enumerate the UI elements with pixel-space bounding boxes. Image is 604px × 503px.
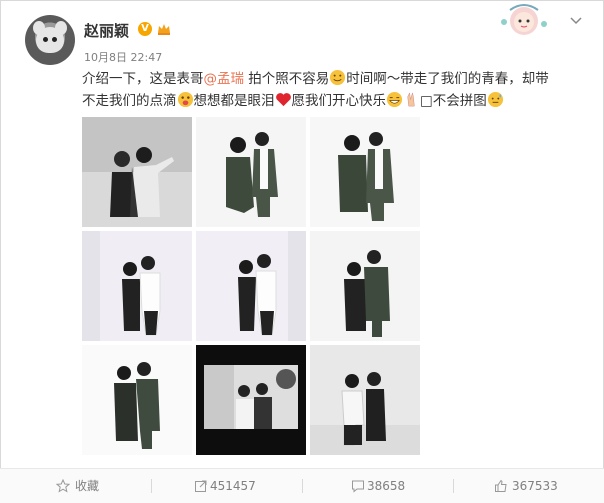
photo-thumbnail-4[interactable]: [82, 231, 192, 341]
post-text-segment: 想想都是眼泪: [193, 93, 275, 109]
photo-thumbnail-1[interactable]: [82, 117, 192, 227]
chevron-down-icon[interactable]: [569, 14, 583, 28]
mention-link[interactable]: @孟瑞: [204, 71, 245, 87]
photo-thumbnail-6[interactable]: [310, 231, 420, 341]
repost-count: 451457: [210, 479, 256, 493]
sweat-emoji-icon: [487, 91, 503, 108]
post-text-segment: 愿我们开心快乐: [291, 93, 387, 109]
post-text-segment: 介绍一下，这是表哥: [82, 71, 204, 87]
post-text: 介绍一下，这是表哥@孟瑞 拍个照不容易 时间啊～带走了我们的青春，却带不走我们的…: [82, 68, 557, 112]
repost-button[interactable]: 451457: [152, 469, 302, 503]
tongue-emoji-icon: [177, 91, 193, 108]
like-count: 367533: [512, 479, 558, 493]
comment-count: 38658: [367, 479, 406, 493]
action-bar: 收藏 451457 38658 367533: [0, 468, 604, 503]
photo-thumbnail-8[interactable]: [196, 345, 306, 455]
verified-badge-icon: V: [138, 22, 152, 36]
thumbs-up-icon: [495, 479, 507, 492]
post-text-segment: □不会拼图: [420, 93, 487, 109]
photo-thumbnail-2[interactable]: [196, 117, 306, 227]
post-time[interactable]: 10月8日 22:47: [84, 49, 162, 65]
avatar-eye: [52, 37, 57, 42]
heart-emoji-icon: [275, 93, 291, 107]
favorite-label: 收藏: [75, 479, 100, 493]
comment-button[interactable]: 38658: [303, 469, 453, 503]
post-text-segment: 拍个照不容易: [248, 71, 330, 87]
comment-icon: [352, 480, 364, 493]
repost-icon: [195, 480, 207, 492]
favorite-button[interactable]: 收藏: [0, 469, 150, 503]
user-name[interactable]: 赵丽颖: [84, 20, 129, 41]
star-icon: [56, 479, 70, 493]
victory-emoji-icon: [407, 91, 415, 107]
photo-grid: [82, 117, 420, 455]
avatar[interactable]: [25, 15, 75, 65]
photo-thumbnail-3[interactable]: [310, 117, 420, 227]
photo-thumbnail-7[interactable]: [82, 345, 192, 455]
decoration-icon: [501, 4, 547, 35]
photo-thumbnail-9[interactable]: [310, 345, 420, 455]
avatar-eye: [43, 37, 48, 42]
smile-emoji-icon: [330, 69, 346, 86]
avatar-face: [36, 27, 64, 53]
grin-emoji-icon: [386, 91, 403, 108]
like-button[interactable]: 367533: [454, 469, 604, 503]
vip-crown-icon: [158, 24, 170, 35]
photo-thumbnail-5[interactable]: [196, 231, 306, 341]
